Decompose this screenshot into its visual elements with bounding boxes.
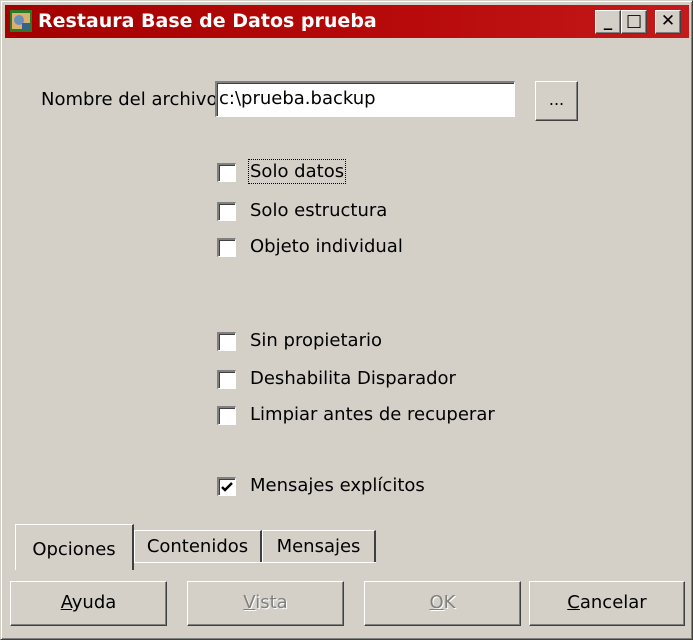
checkbox-label-mensajes-explicitos[interactable]: Mensajes explícitos — [250, 475, 425, 496]
tab-contenidos[interactable]: Contenidos — [134, 530, 262, 562]
cancel-mnemonic: C — [567, 592, 580, 613]
help-label-rest: yuda — [71, 592, 117, 613]
help-mnemonic: A — [60, 592, 72, 613]
checkbox-label-limpiar-antes[interactable]: Limpiar antes de recuperar — [250, 404, 495, 425]
maximize-button[interactable]: □ — [621, 10, 647, 34]
checkbox-objeto-individual[interactable] — [217, 238, 236, 257]
checkbox-sin-propietario[interactable] — [217, 332, 236, 351]
checkbox-limpiar-antes[interactable] — [217, 406, 236, 425]
minimize-icon: _ — [603, 11, 613, 31]
tab-label-opciones: Opciones — [32, 539, 116, 560]
checkbox-label-sin-propietario[interactable]: Sin propietario — [250, 330, 382, 351]
window-title: Restaura Base de Datos prueba — [38, 10, 377, 32]
filename-label: Nombre del archivo — [41, 89, 218, 110]
tab-strip-line — [134, 562, 376, 563]
ok-button[interactable]: OK — [364, 581, 521, 626]
checkbox-label-deshabilita-disparador[interactable]: Deshabilita Disparador — [250, 368, 456, 389]
cancel-label-rest: ancelar — [579, 592, 647, 613]
view-mnemonic: V — [243, 592, 256, 613]
view-button[interactable]: Vista — [187, 581, 344, 626]
tab-label-contenidos: Contenidos — [146, 536, 249, 557]
restore-dialog: Restaura Base de Datos prueba _ □ ✕ Nomb… — [0, 0, 693, 640]
help-button[interactable]: Ayuda — [10, 581, 167, 626]
ok-mnemonic: O — [429, 592, 444, 613]
checkbox-solo-estructura[interactable] — [217, 202, 236, 221]
checkbox-label-solo-estructura[interactable]: Solo estructura — [250, 200, 387, 221]
ok-label-rest: K — [443, 592, 456, 613]
checkbox-mensajes-explicitos[interactable] — [217, 477, 236, 496]
cancel-button[interactable]: Cancelar — [529, 581, 685, 626]
tab-mensajes[interactable]: Mensajes — [262, 530, 376, 562]
close-icon: ✕ — [660, 11, 676, 31]
maximize-icon: □ — [625, 11, 643, 31]
view-label-rest: ista — [255, 592, 288, 613]
close-button[interactable]: ✕ — [655, 10, 681, 34]
checkbox-label-solo-datos[interactable]: Solo datos — [247, 159, 347, 184]
checkbox-label-objeto-individual[interactable]: Objeto individual — [250, 236, 403, 257]
browse-button[interactable]: ... — [535, 81, 578, 121]
tab-opciones[interactable]: Opciones — [15, 524, 134, 570]
filename-input[interactable]: c:\prueba.backup — [215, 81, 515, 117]
checkbox-solo-datos[interactable] — [217, 163, 236, 182]
browse-label: ... — [548, 90, 565, 109]
minimize-button[interactable]: _ — [595, 10, 621, 34]
tab-label-mensajes: Mensajes — [276, 536, 361, 557]
checkmark-icon — [221, 482, 233, 492]
checkbox-deshabilita-disparador[interactable] — [217, 370, 236, 389]
title-bar[interactable]: Restaura Base de Datos prueba _ □ ✕ — [5, 5, 689, 38]
elephant-app-icon — [10, 10, 32, 32]
